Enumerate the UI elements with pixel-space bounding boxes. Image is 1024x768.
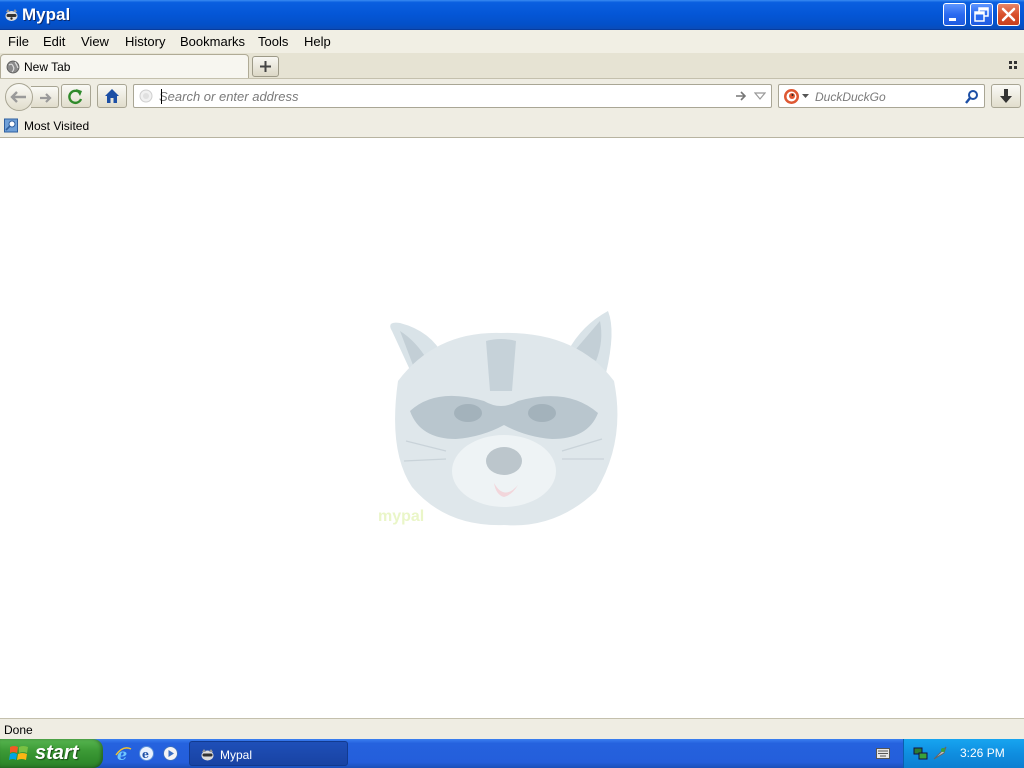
home-icon — [105, 89, 119, 103]
start-label: start — [35, 742, 79, 764]
status-text: Done — [4, 723, 33, 737]
svg-text:mypal: mypal — [378, 508, 424, 525]
history-dropdown-icon[interactable] — [754, 91, 766, 101]
outlook-express-icon[interactable]: e — [138, 745, 155, 762]
menu-edit[interactable]: Edit — [43, 34, 65, 49]
forward-arrow-icon — [40, 93, 52, 103]
reload-button[interactable] — [61, 84, 91, 108]
search-icon[interactable] — [965, 89, 979, 104]
taskbar-item-label: Mypal — [220, 748, 253, 762]
bookmarks-toolbar: Most Visited — [0, 113, 1024, 138]
page-content: mypal — [0, 139, 1024, 718]
windows-logo-icon — [9, 746, 28, 760]
globe-icon — [6, 60, 20, 74]
system-tray: 3:26 PM — [903, 739, 1024, 768]
clock[interactable]: 3:26 PM — [960, 746, 1005, 760]
taskbar-item-mypal[interactable]: Mypal — [189, 741, 348, 766]
new-tab-button[interactable] — [252, 56, 279, 77]
svg-text:e: e — [142, 748, 149, 761]
window-title: Mypal — [22, 5, 71, 24]
title-bar[interactable]: Mypal — [0, 0, 1024, 30]
back-button[interactable] — [5, 83, 33, 111]
page-identity-icon[interactable] — [139, 89, 153, 103]
downloads-button[interactable] — [991, 84, 1021, 108]
forward-button[interactable] — [31, 86, 59, 108]
bookmark-most-visited[interactable]: Most Visited — [24, 119, 89, 133]
menu-bar: File Edit View History Bookmarks Tools H… — [0, 30, 1024, 53]
minimize-button[interactable] — [943, 3, 966, 26]
mypal-app-icon — [5, 9, 18, 21]
reload-icon — [68, 89, 83, 105]
address-input[interactable] — [159, 87, 719, 105]
media-player-icon[interactable] — [162, 745, 179, 762]
start-button[interactable]: start — [0, 739, 103, 768]
mypal-app-icon — [201, 749, 214, 761]
minimize-icon — [949, 18, 956, 21]
menu-view[interactable]: View — [81, 34, 109, 49]
go-arrow-icon[interactable] — [734, 89, 748, 103]
close-icon — [1001, 7, 1016, 22]
text-caret — [161, 89, 162, 104]
restore-icon — [974, 7, 989, 22]
plus-icon — [260, 61, 271, 72]
duckduckgo-icon[interactable] — [783, 88, 800, 105]
restore-button[interactable] — [970, 3, 993, 26]
menu-help[interactable]: Help — [304, 34, 331, 49]
home-button[interactable] — [97, 84, 127, 108]
menu-bookmarks[interactable]: Bookmarks — [180, 34, 245, 49]
tab-new-tab[interactable]: New Tab — [0, 54, 249, 79]
menu-tools[interactable]: Tools — [258, 34, 288, 49]
status-bar: Done — [0, 718, 1024, 739]
keyboard-icon[interactable] — [876, 748, 890, 759]
close-button[interactable] — [997, 3, 1020, 26]
tab-label: New Tab — [24, 60, 71, 74]
menu-file[interactable]: File — [8, 34, 29, 49]
back-forward-group — [5, 83, 59, 111]
safely-remove-hardware-icon[interactable] — [932, 745, 948, 761]
tab-strip: New Tab — [0, 53, 1024, 79]
internet-explorer-icon[interactable]: e — [115, 745, 132, 762]
menu-history[interactable]: History — [125, 34, 165, 49]
back-arrow-icon — [10, 91, 26, 103]
address-bar[interactable] — [133, 84, 772, 108]
search-input[interactable] — [815, 88, 960, 105]
search-bar[interactable] — [778, 84, 985, 108]
download-arrow-icon — [1000, 89, 1012, 103]
network-icon[interactable] — [913, 745, 929, 761]
raccoon-logo: mypal — [378, 311, 618, 526]
taskbar: start e e Mypal 3:26 PM — [0, 739, 1024, 768]
folder-icon — [4, 118, 18, 133]
engine-dropdown-icon[interactable] — [802, 94, 809, 99]
all-tabs-icon[interactable] — [1008, 60, 1018, 70]
